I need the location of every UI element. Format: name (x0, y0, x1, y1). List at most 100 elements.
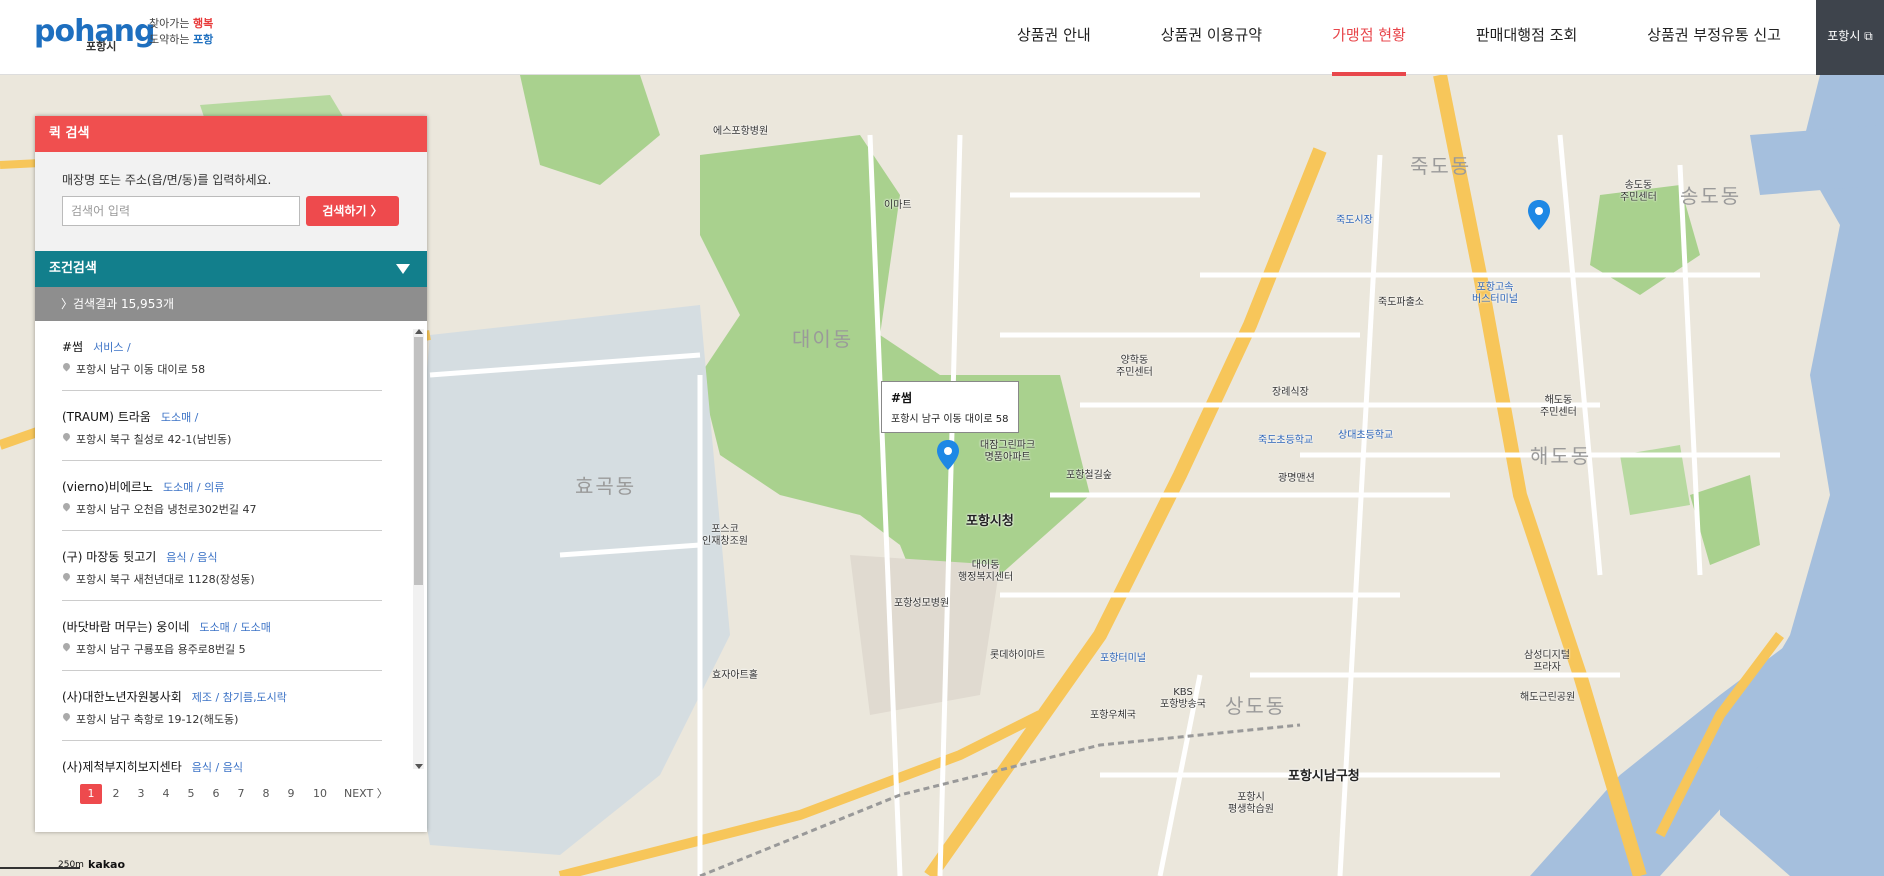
list-item[interactable]: (TRAUM) 트라움 도소매 / 포항시 북구 칠성로 42-1(남빈동) (62, 391, 382, 461)
map-label-gwangmyeong: 광명맨션 (1278, 473, 1315, 484)
map-label-lotte: 롯데하이마트 (990, 650, 1046, 661)
tooltip-address: 포항시 남구 이동 대이로 58 (891, 414, 1009, 425)
scroll-up-icon[interactable] (415, 329, 423, 334)
map-label-bus-terminal: 포항고속 버스터미널 (1472, 282, 1518, 305)
map-label-haedodong: 해도동 (1530, 444, 1592, 468)
store-category: 서비스 / (93, 341, 131, 354)
map-label-samsung: 삼성디지털 프라자 (1524, 650, 1570, 673)
logo-city-label: 포항시 (86, 40, 117, 53)
store-address: 포항시 남구 이동 대이로 58 (62, 361, 205, 377)
map-label-cityhall: 포항시청 (966, 514, 1014, 529)
pagination: 1 2 3 4 5 6 7 8 9 10 NEXT 〉 (35, 784, 427, 804)
store-category: 음식 / 음식 (191, 761, 243, 774)
store-name: (사)대한노년자원봉사회 (62, 690, 182, 704)
site-header: pohang 포항시 찾아가는 행복 도약하는 포항 상품권 안내 상품권 이용… (0, 0, 1884, 76)
result-count: 〉검색결과 15,953개 (35, 287, 427, 321)
scrollbar-thumb[interactable] (414, 337, 423, 585)
store-address: 포항시 북구 칠성로 42-1(남빈동) (62, 431, 231, 447)
map-label-funeral: 장례식장 (1272, 387, 1309, 398)
marker-tooltip: #썸 포항시 남구 이동 대이로 58 (881, 381, 1019, 433)
map-label-police: 죽도파출소 (1378, 297, 1424, 308)
search-input[interactable]: 검색어 입력 (62, 196, 300, 226)
page-8[interactable]: 8 (255, 784, 277, 804)
page-5[interactable]: 5 (180, 784, 202, 804)
nav-item-sellers[interactable]: 판매대행점 조회 (1441, 0, 1612, 75)
quick-search-header: 퀵 검색 (35, 116, 427, 152)
store-marker[interactable] (937, 440, 959, 470)
map-label-hyoja-hall: 효자아트홀 (712, 670, 758, 681)
map-label-haedo-park: 해도근린공원 (1520, 692, 1576, 703)
pohang-logo[interactable]: pohang 포항시 찾아가는 행복 도약하는 포항 (34, 14, 244, 60)
page-4[interactable]: 4 (155, 784, 177, 804)
page-1[interactable]: 1 (80, 784, 102, 804)
store-address: 포항시 남구 축항로 19-12(해도동) (62, 711, 238, 727)
map-label-sangdodong: 상도동 (1225, 694, 1287, 718)
search-button[interactable]: 검색하기 〉 (306, 196, 399, 226)
page-10[interactable]: 10 (307, 784, 333, 804)
map-label-sangdae-school: 상대초등학교 (1338, 430, 1394, 441)
store-address: 포항시 남구 구룡포읍 용주로8번길 5 (62, 641, 246, 657)
page-9[interactable]: 9 (280, 784, 302, 804)
condition-search-label: 조건검색 (49, 261, 97, 276)
store-category: 도소매 / 도소매 (199, 621, 271, 634)
map-label-hyogokdong: 효곡동 (575, 474, 637, 498)
store-name: (vierno)비에르노 (62, 480, 154, 494)
map-label-yanghak: 양학동 주민센터 (1116, 355, 1153, 378)
search-hint: 매장명 또는 주소(읍/면/동)를 입력하세요. (62, 173, 272, 187)
map-label-seongmo: 포항성모병원 (894, 598, 950, 609)
page-6[interactable]: 6 (205, 784, 227, 804)
map-label-jukdo-market: 죽도시장 (1336, 215, 1373, 226)
next-page-button[interactable]: NEXT 〉 (344, 784, 388, 804)
nav-item-guide[interactable]: 상품권 안내 (982, 0, 1126, 75)
map-label-daejam-park: 대잠그린파크 명품아파트 (980, 440, 1036, 463)
store-name: (바닷바람 머무는) 웅이네 (62, 620, 190, 634)
store-name: (구) 마장동 뒷고기 (62, 550, 157, 564)
list-item[interactable]: (구) 마장동 뒷고기 음식 / 음식 포항시 북구 새천년대로 1128(장성동… (62, 531, 382, 601)
store-category: 음식 / 음식 (166, 551, 218, 564)
list-item[interactable]: (사)대한노년자원봉사회 제조 / 참기름,도시락 포항시 남구 축항로 19-1… (62, 671, 382, 741)
condition-search-toggle[interactable]: 조건검색 (35, 251, 427, 287)
map-label-namgu-office: 포항시남구청 (1288, 769, 1360, 784)
map-label-post: 포항우체국 (1090, 710, 1136, 721)
page-7[interactable]: 7 (230, 784, 252, 804)
store-category: 도소매 / (160, 411, 199, 424)
city-site-link[interactable]: 포항시 ⧉ (1816, 0, 1884, 75)
map-label-kbs: KBS 포항방송국 (1160, 687, 1206, 710)
store-name: (사)제척부지히보지센타 (62, 760, 182, 774)
map-label-daeidong-center: 대이동 행정복지센터 (958, 560, 1014, 583)
map-label-emart: 이마트 (884, 200, 912, 211)
nav-item-terms[interactable]: 상품권 이용규약 (1126, 0, 1297, 75)
list-item[interactable]: (vierno)비에르노 도소매 / 의류 포항시 남구 오천읍 냉천로302번길… (62, 461, 382, 531)
map-label-haedo-center: 해도동 주민센터 (1540, 395, 1577, 418)
tooltip-title: #썸 (891, 391, 913, 405)
map-scale-label: 250m (58, 860, 84, 870)
store-name: #썸 (62, 340, 84, 354)
map-label-learning: 포항시 평생학습원 (1228, 792, 1274, 815)
map-label-daeidong: 대이동 (792, 327, 854, 351)
store-category: 도소매 / 의류 (163, 481, 225, 494)
list-item[interactable]: (사)제척부지히보지센타 음식 / 음식 (62, 741, 382, 775)
map-label-songdo-center: 송도동 주민센터 (1620, 180, 1657, 203)
quick-search-body: 매장명 또는 주소(읍/면/동)를 입력하세요. 검색어 입력 검색하기 〉 (35, 152, 427, 251)
main-nav: 상품권 안내 상품권 이용규약 가맹점 현황 판매대행점 조회 상품권 부정유통… (982, 0, 1816, 76)
nav-item-stores[interactable]: 가맹점 현황 (1297, 0, 1441, 76)
map-label-cheolgil: 포항철길숲 (1066, 470, 1112, 481)
map-label-terminal: 포항터미널 (1100, 653, 1146, 664)
nav-item-report[interactable]: 상품권 부정유통 신고 (1612, 0, 1816, 75)
map-label-jukdo-school: 죽도초등학교 (1258, 435, 1314, 446)
store-address: 포항시 북구 새천년대로 1128(장성동) (62, 571, 255, 587)
store-category: 제조 / 참기름,도시락 (191, 691, 287, 704)
list-scrollbar[interactable] (413, 329, 424, 769)
list-item[interactable]: (바닷바람 머무는) 웅이네 도소매 / 도소매 포항시 남구 구룡포읍 용주로8… (62, 601, 382, 671)
store-name: (TRAUM) 트라움 (62, 410, 151, 424)
logo-slogan: 찾아가는 행복 도약하는 포항 (149, 17, 214, 46)
kakao-logo: kakao (88, 858, 126, 871)
scroll-down-icon[interactable] (415, 764, 423, 769)
map-label-songdodong: 송도동 (1680, 184, 1742, 208)
page-3[interactable]: 3 (130, 784, 152, 804)
list-item[interactable]: #썸 서비스 / 포항시 남구 이동 대이로 58 (62, 321, 382, 391)
store-marker[interactable] (1528, 200, 1550, 230)
store-list: #썸 서비스 / 포항시 남구 이동 대이로 58 (TRAUM) 트라움 도소매 … (35, 321, 427, 775)
store-address: 포항시 남구 오천읍 냉천로302번길 47 (62, 501, 257, 517)
page-2[interactable]: 2 (105, 784, 127, 804)
